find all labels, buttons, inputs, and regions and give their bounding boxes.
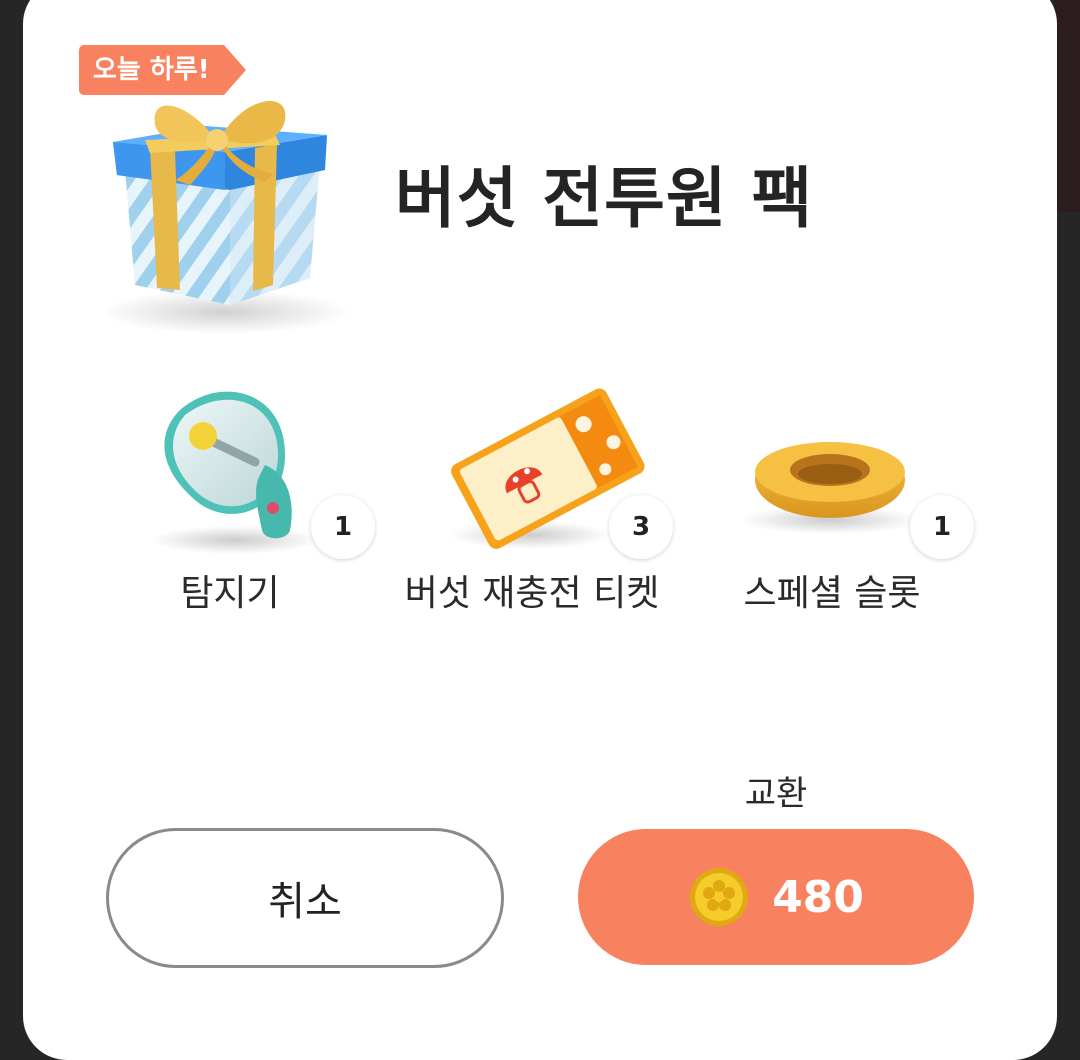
item-count-special-slot: 1 [910,495,974,559]
item-count-mushroom-ticket: 3 [609,495,673,559]
gift-box-icon [100,100,350,334]
today-only-badge: 오늘 하루! [79,45,246,95]
item-label-detector: 탐지기 [180,573,280,614]
price-value: 480 [772,871,864,923]
cancel-button-label: 취소 [268,879,342,925]
cancel-button[interactable]: 취소 [106,828,504,968]
coin-icon [690,868,749,926]
exchange-label: 교환 [744,774,808,814]
pack-title: 버섯 전투원 팩 [395,160,814,237]
item-count-detector: 1 [311,495,375,559]
item-label-mushroom-ticket: 버섯 재충전 티켓 [404,573,660,614]
backdrop [1055,0,1080,212]
exchange-button[interactable]: 480 [578,829,974,965]
item-label-special-slot: 스페셜 슬롯 [743,573,921,614]
